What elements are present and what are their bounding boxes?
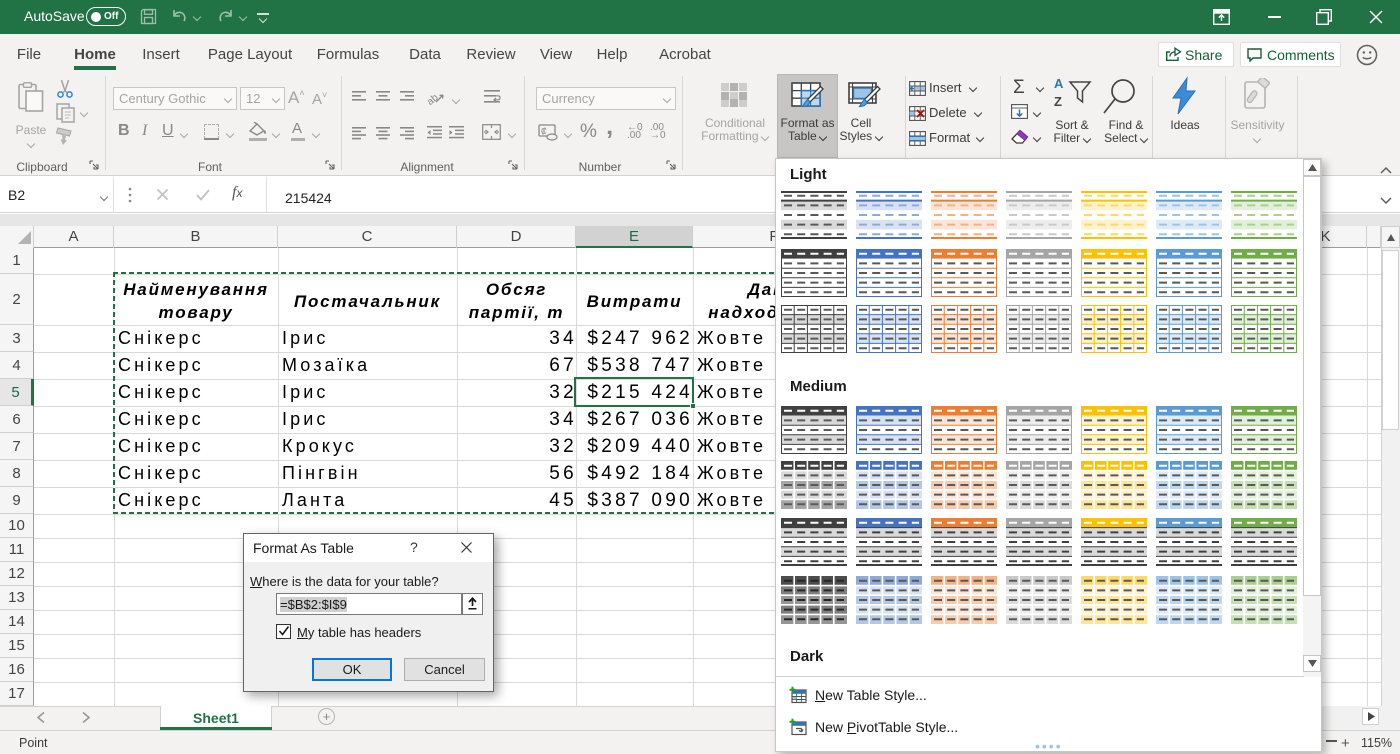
svg-text:₡: ₡ [541,127,547,136]
